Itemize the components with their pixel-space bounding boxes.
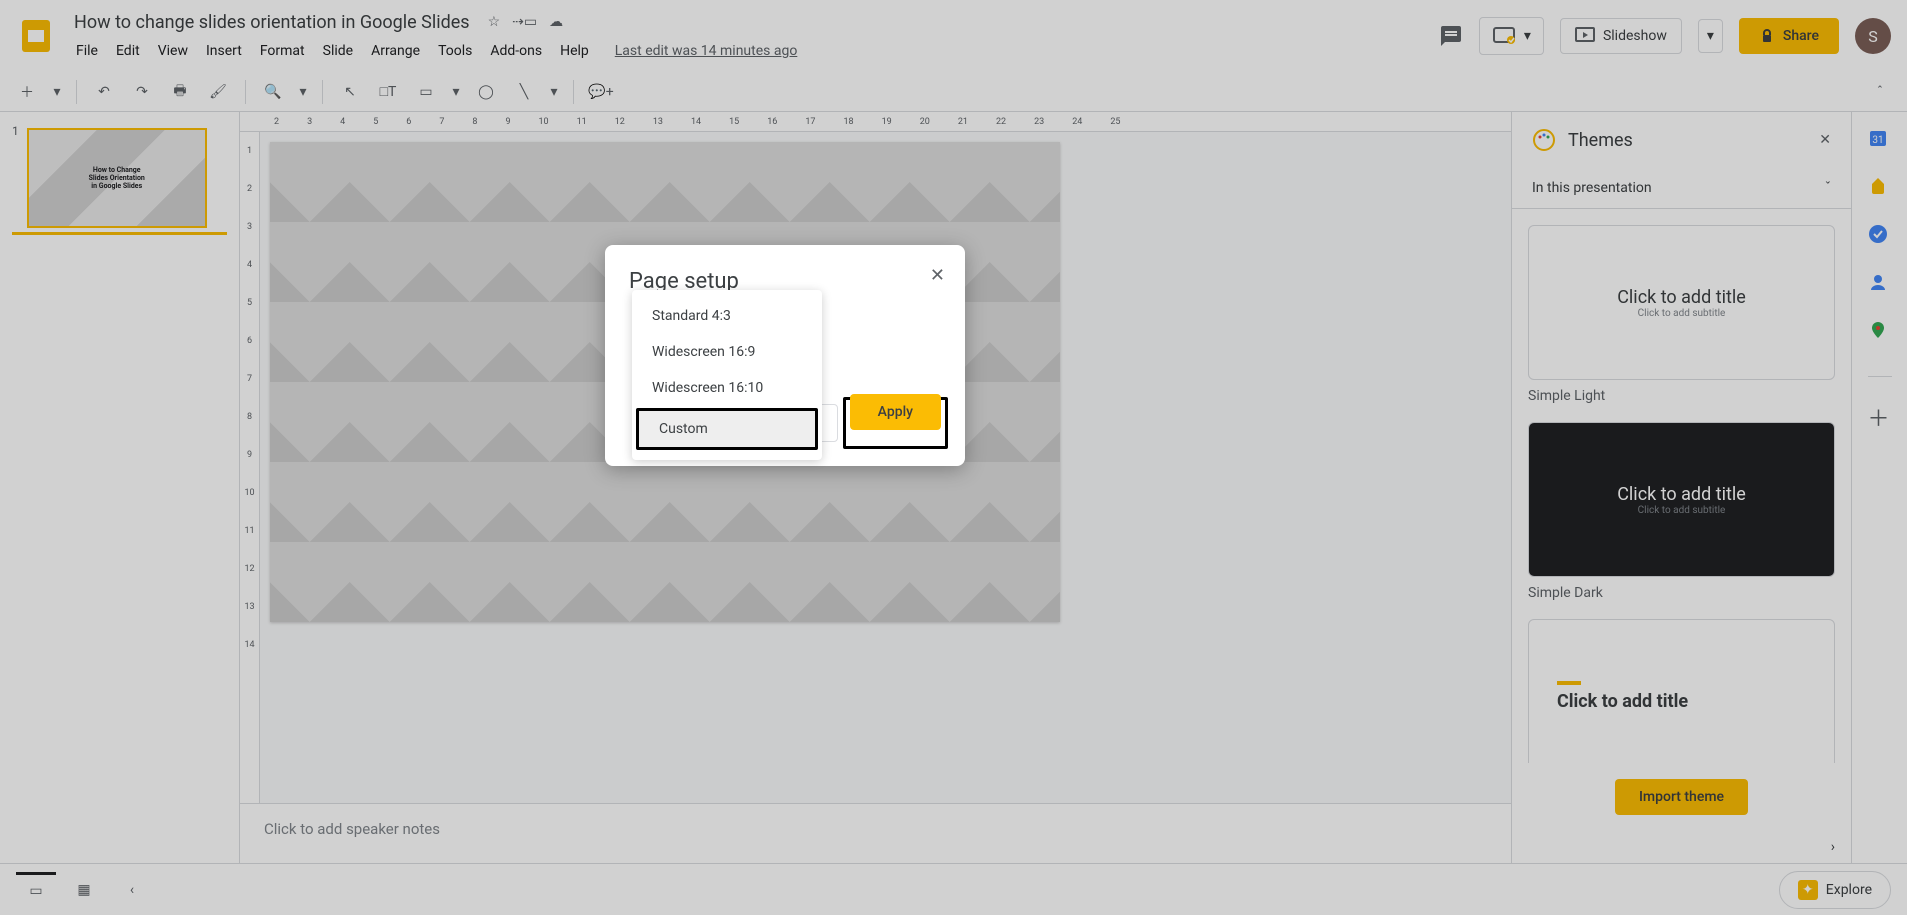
close-icon[interactable]: ✕ (930, 265, 945, 286)
option-widescreen-169[interactable]: Widescreen 16:9 (632, 334, 822, 370)
option-widescreen-1610[interactable]: Widescreen 16:10 (632, 370, 822, 406)
apply-button[interactable]: Apply (850, 394, 941, 430)
option-custom[interactable]: Custom (636, 408, 818, 450)
page-setup-dropdown: Standard 4:3 Widescreen 16:9 Widescreen … (632, 290, 822, 460)
apply-highlight: Apply (843, 397, 948, 449)
option-standard[interactable]: Standard 4:3 (632, 298, 822, 334)
